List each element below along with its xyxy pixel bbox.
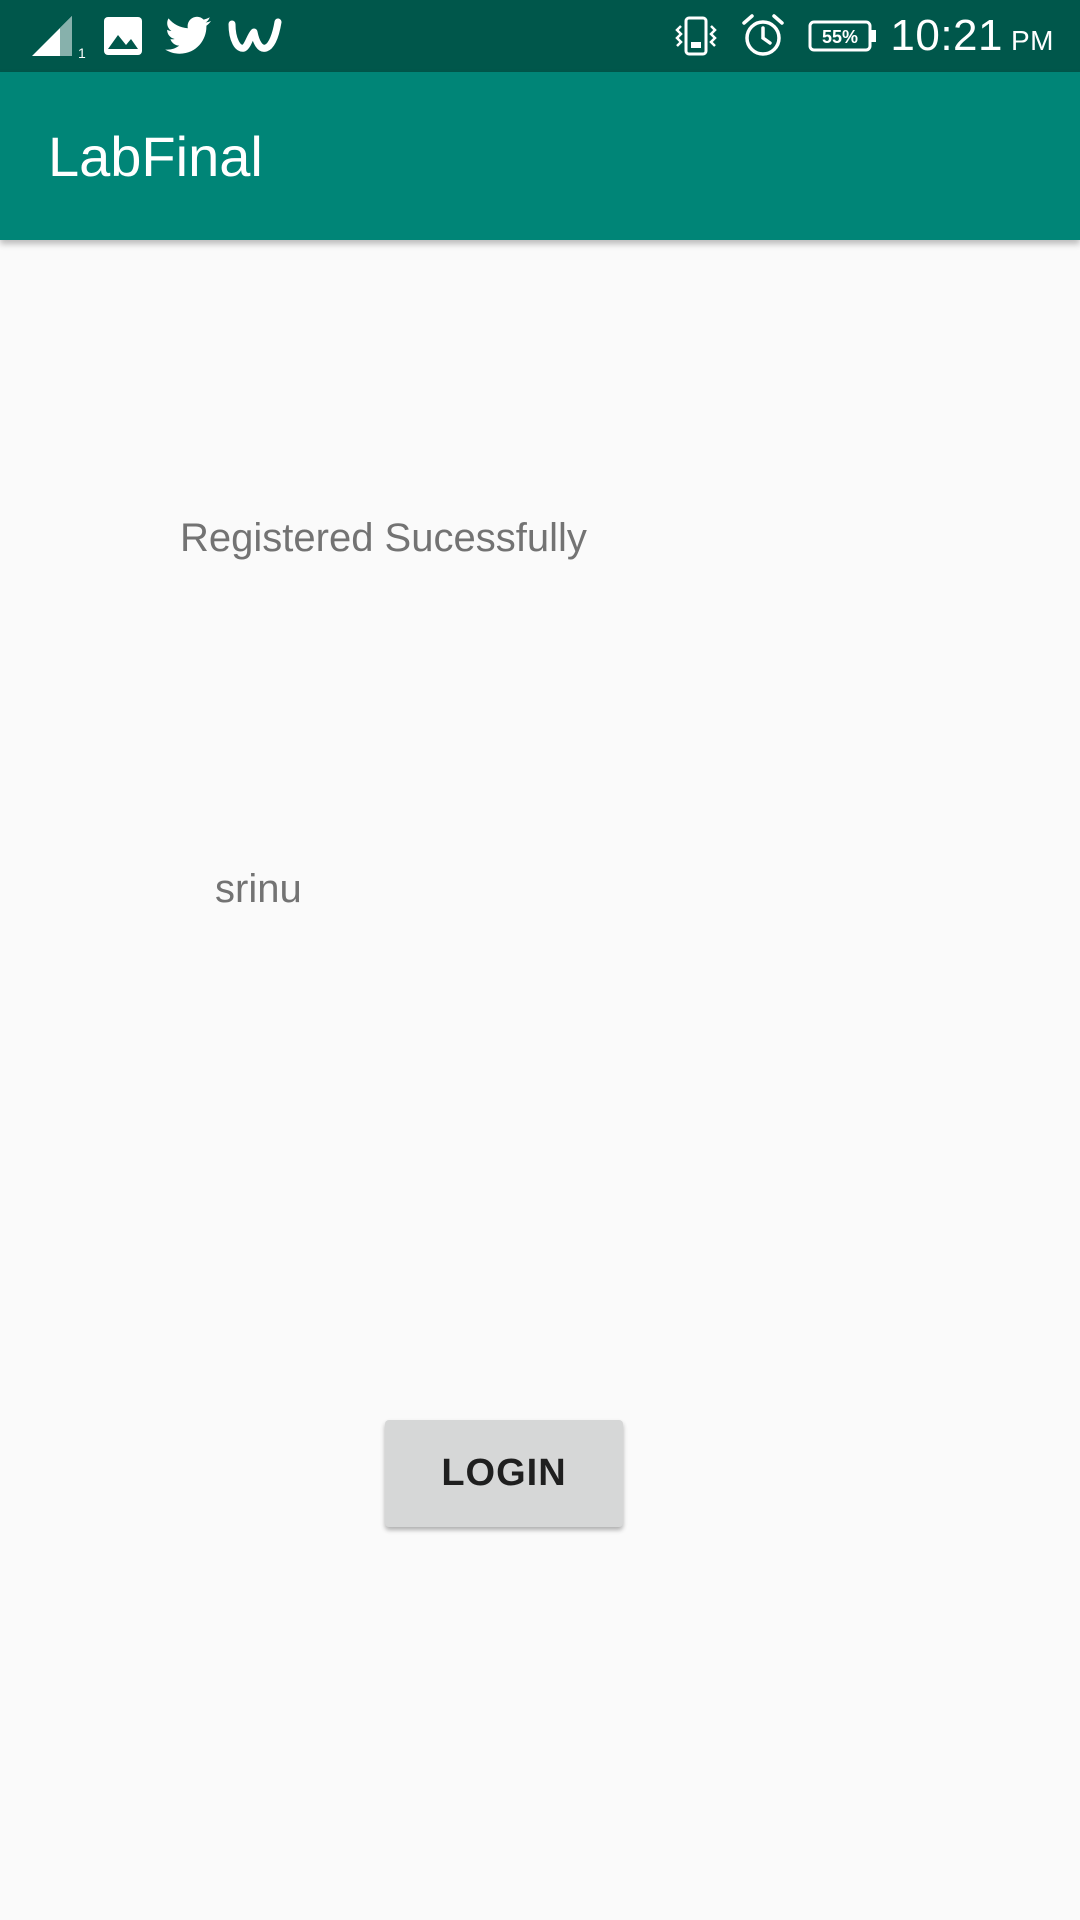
twitter-icon bbox=[164, 0, 214, 72]
main-content: Registered Sucessfully srinu LOGIN bbox=[0, 240, 1080, 1920]
battery-percent: 55% bbox=[822, 27, 858, 47]
gallery-icon bbox=[102, 0, 144, 72]
wattpad-icon bbox=[228, 0, 282, 72]
signal-icon: 1 bbox=[28, 0, 86, 72]
sim-slot-label: 1 bbox=[78, 45, 86, 60]
vibrate-icon bbox=[674, 0, 718, 72]
username-text: srinu bbox=[215, 867, 302, 911]
status-clock: 10:21 PM bbox=[890, 0, 1054, 72]
status-bar: 1 55% 10:21 PM bbox=[0, 0, 1080, 72]
app-bar: LabFinal bbox=[0, 72, 1080, 240]
app-title: LabFinal bbox=[48, 124, 263, 188]
clock-ampm: PM bbox=[1011, 25, 1054, 56]
battery-icon: 55% bbox=[808, 0, 878, 72]
registration-message: Registered Sucessfully bbox=[180, 516, 587, 560]
login-button[interactable]: LOGIN bbox=[385, 1420, 623, 1527]
alarm-icon bbox=[740, 0, 786, 72]
clock-time: 10:21 bbox=[890, 11, 1003, 60]
